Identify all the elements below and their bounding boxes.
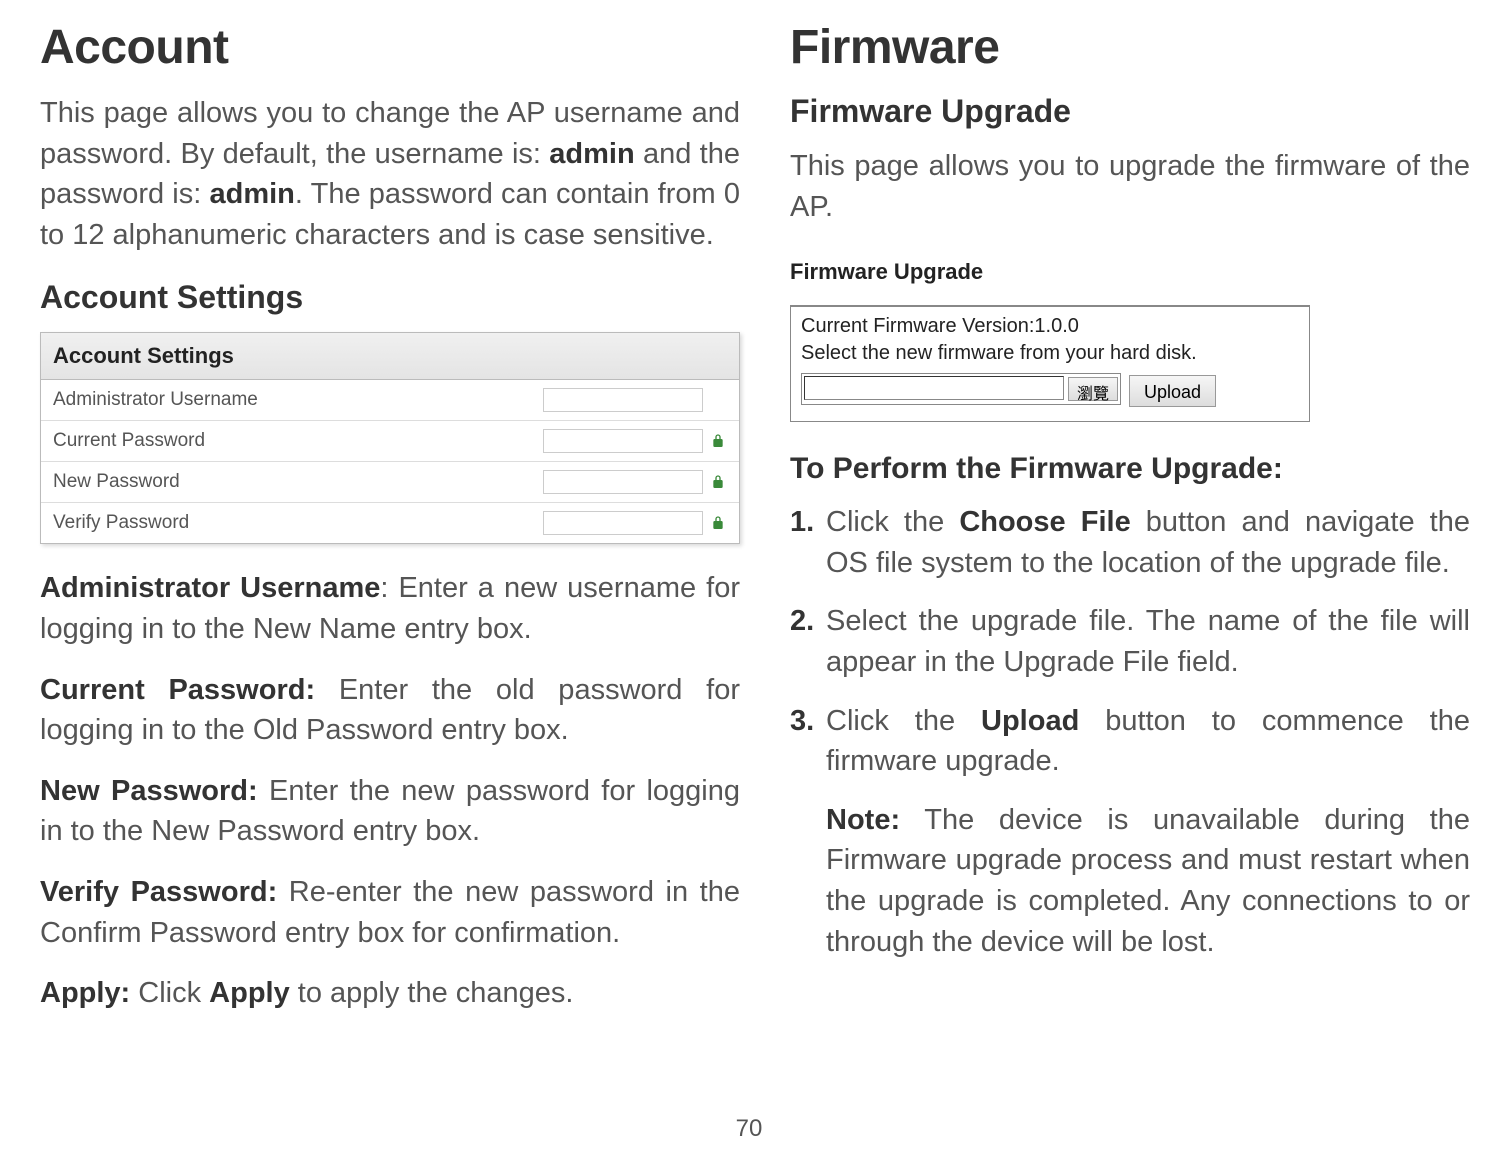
definition-item: Current Password: Enter the old password…	[40, 670, 740, 751]
firmware-box-title: Firmware Upgrade	[790, 251, 1470, 295]
firmware-title: Firmware	[790, 20, 1470, 75]
step-number: 2.	[790, 601, 814, 642]
definition-item: Administrator Username: Enter a new user…	[40, 568, 740, 649]
lock-icon	[709, 473, 727, 491]
account-row-label: Current Password	[53, 430, 543, 452]
page-number: 70	[736, 1115, 763, 1143]
right-column: Firmware Firmware Upgrade This page allo…	[790, 20, 1470, 1153]
account-row: New Password	[41, 462, 739, 503]
account-settings-table: Account Settings Administrator Username C…	[40, 332, 740, 544]
step-number: 1.	[790, 502, 814, 543]
account-row: Administrator Username	[41, 380, 739, 421]
definition-item: Verify Password: Re-enter the new passwo…	[40, 872, 740, 953]
step-number: 3.	[790, 701, 814, 742]
firmware-upload-button[interactable]: Upload	[1129, 375, 1216, 407]
firmware-box-container: Firmware Upgrade Current Firmware Versio…	[790, 251, 1470, 422]
firmware-note: Note: The device is unavailable during t…	[790, 800, 1470, 962]
lock-icon	[709, 514, 727, 532]
account-title: Account	[40, 20, 740, 75]
firmware-select-text: Select the new firmware from your hard d…	[801, 342, 1299, 365]
firmware-current-version: Current Firmware Version:1.0.0	[801, 315, 1299, 338]
account-intro: This page allows you to change the AP us…	[40, 93, 740, 255]
firmware-upgrade-title: Firmware Upgrade	[790, 93, 1470, 130]
account-row-label: Verify Password	[53, 512, 543, 534]
step-item: 1.Click the Choose File button and navig…	[790, 502, 1470, 583]
account-row: Verify Password	[41, 503, 739, 543]
perform-upgrade-title: To Perform the Firmware Upgrade:	[790, 452, 1470, 486]
left-column: Account This page allows you to change t…	[40, 20, 740, 1153]
firmware-file-chooser[interactable]: 瀏覽	[801, 373, 1121, 405]
account-input[interactable]	[543, 470, 703, 494]
account-input[interactable]	[543, 511, 703, 535]
step-item: 3.Click the Upload button to commence th…	[790, 701, 1470, 782]
account-row: Current Password	[41, 421, 739, 462]
firmware-browse-button[interactable]: 瀏覽	[1068, 377, 1118, 401]
account-input[interactable]	[543, 429, 703, 453]
account-row-label: New Password	[53, 471, 543, 493]
step-item: 2.Select the upgrade file. The name of t…	[790, 601, 1470, 682]
firmware-file-path-input[interactable]	[804, 376, 1064, 400]
firmware-intro: This page allows you to upgrade the firm…	[790, 146, 1470, 227]
account-settings-title: Account Settings	[40, 279, 740, 316]
definition-item: New Password: Enter the new password for…	[40, 771, 740, 852]
account-input[interactable]	[543, 388, 703, 412]
firmware-box: Current Firmware Version:1.0.0 Select th…	[790, 305, 1310, 422]
lock-icon	[709, 432, 727, 450]
account-row-label: Administrator Username	[53, 389, 543, 411]
definition-item: Apply: Click Apply to apply the changes.	[40, 973, 740, 1014]
account-table-header: Account Settings	[41, 333, 739, 380]
